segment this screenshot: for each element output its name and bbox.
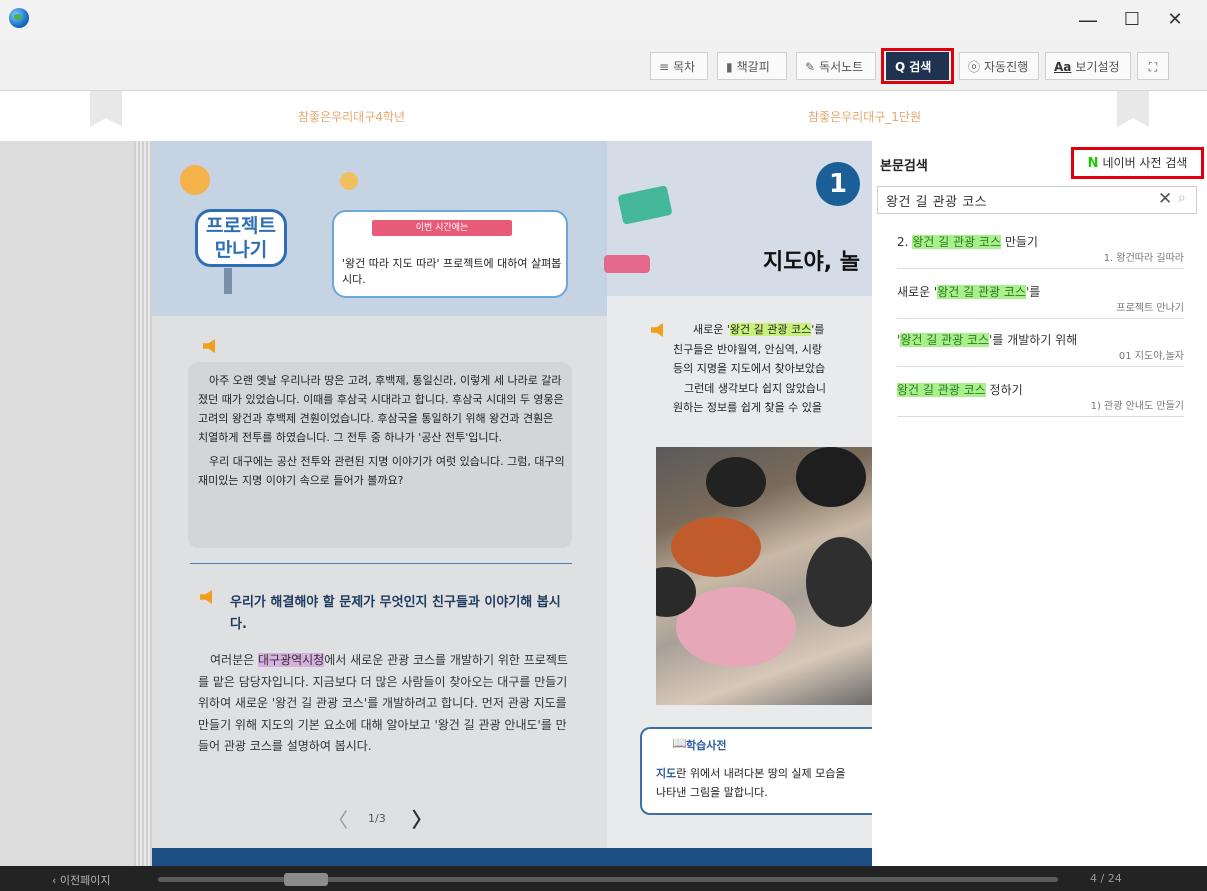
dictionary-icon: 📖 [672,736,687,750]
globe-app-icon [9,8,29,28]
line2: 친구들은 반야월역, 안심역, 시랑 [673,342,823,356]
maximize-button[interactable]: ☐ [1112,6,1152,34]
dictionary-word: 지도 [656,767,677,780]
page-footer-band [152,848,872,866]
result-highlight: 왕건 길 관광 코스 [912,235,1001,249]
search-panel-title: 본문검색 [880,159,928,174]
dictionary-line2: 나타낸 그림을 말합니다. [656,786,768,799]
search-result-item[interactable]: '왕건 길 관광 코스'를 개발하기 위해 01 지도야,놀자 [897,330,1184,367]
result-location: 1) 관광 안내도 만들기 [1090,401,1184,412]
search-button[interactable]: Q 검색 [886,52,949,80]
line1-highlight: 왕건 길 관광 코스 [729,323,812,336]
timer-icon: ⓞ [968,60,981,74]
dictionary-text: 지도란 위에서 내려다본 땅의 실제 모습을 나타낸 그림을 말합니다. [656,764,872,802]
text-size-icon: Aa [1054,60,1072,74]
result-post: '를 [1025,285,1041,299]
line4: 그런데 생각보다 쉽지 않았습니 [684,381,827,395]
line5: 원하는 정보를 쉽게 찾을 수 있을 [673,401,823,414]
result-location: 1. 왕건따라 길따라 [1103,253,1184,264]
left-page-title: 참좋은우리대구4학년 [298,110,405,124]
fullscreen-button[interactable]: ⛶ [1137,52,1169,80]
next-slide-arrow-icon[interactable]: 〉 [412,804,432,833]
project-title-line1: 프로젝트 [206,215,276,237]
project-title-line2: 만나기 [214,239,268,261]
body-highlight: 대구광역시청 [257,653,325,667]
story-paragraph-2: 우리 대구에는 공산 전투와 관련된 지명 이야기가 여럿 있습니다. 그럼, … [198,455,565,487]
previous-page-button[interactable]: ‹ 이전페이지 [52,872,111,888]
reading-note-button[interactable]: ✎ 독서노트 [796,52,876,80]
result-location: 01 지도야,놀자 [1118,351,1184,362]
result-highlight: 왕건 길 관광 코스 [937,285,1026,299]
toc-label: 목차 [673,60,696,74]
bookmark-icon: ▮ [726,60,733,74]
result-post: '를 개발하기 위해 [989,333,1078,347]
toc-button[interactable]: ≡ 목차 [650,52,708,80]
title-bar [0,0,1207,40]
page-header [0,91,1207,142]
body-pre: 여러분은 [210,653,258,667]
reading-note-label: 독서노트 [819,60,864,74]
line1-pre: 새로운 ' [693,323,730,336]
bookmark-button[interactable]: ▮ 책갈피 [717,52,787,80]
magnifier-handle [224,268,232,294]
result-pre: 2. [897,235,913,249]
left-margin [0,141,152,866]
pencil-icon: ✎ [805,60,816,74]
view-settings-button[interactable]: Aa 보기설정 [1045,52,1131,80]
chapter-title: 지도야, 놀 [763,250,860,275]
book-spine [134,141,152,866]
search-magnifier-icon[interactable]: ⌕ [1178,190,1186,206]
activity-heading: 우리가 해결해야 할 문제가 무엇인지 친구들과 이야기해 봅시다. [230,595,561,632]
divider [190,563,572,564]
result-post: 만들기 [1001,235,1038,249]
auto-play-label: 자동진행 [984,60,1029,74]
naver-logo-icon: N [1087,156,1099,171]
intro-text: '왕건 따라 지도 따라' 프로젝트에 대하여 살펴봅시다. [342,257,562,286]
line1-post: '를 [811,323,825,336]
story-text: 아주 오랜 옛날 우리나라 땅은 고려, 후백제, 통일신라, 이렇게 세 나라… [198,371,566,490]
dictionary-title: 학습사전 [686,739,727,752]
search-result-item[interactable]: 새로운 '왕건 길 관광 코스'를 프로젝트 만나기 [897,282,1184,319]
search-input[interactable]: 왕건 길 관광 코스 [886,191,987,210]
search-result-item[interactable]: 2. 왕건 길 관광 코스 만들기 1. 왕건따라 길따라 [897,232,1184,269]
project-title-badge: 프로젝트 만나기 [195,209,287,267]
kids-illustration [180,165,210,195]
bookmark-label: 책갈피 [736,60,770,74]
child-illustration [340,172,358,190]
result-highlight: 왕건 길 관광 코스 [897,383,986,397]
list-icon: ≡ [659,60,670,74]
pager-text: 1/3 [368,812,386,825]
activity-body: 여러분은 대구광역시청에서 새로운 관광 코스를 개발하기 위한 프로젝트를 맡… [198,650,568,758]
right-page-title: 참좋은우리대구_1단원 [808,110,921,124]
search-result-item[interactable]: 왕건 길 관광 코스 정하기 1) 관광 안내도 만들기 [897,380,1184,417]
result-highlight: 왕건 길 관광 코스 [900,333,990,347]
clear-search-icon[interactable]: ✕ [1158,189,1172,209]
search-icon: Q [895,60,906,74]
expand-icon: ⛶ [1148,60,1158,74]
result-post: 정하기 [985,383,1023,397]
prev-slide-arrow-icon[interactable]: 〈 [328,804,348,833]
search-label: 검색 [909,60,932,74]
page-count: 4 / 24 [1090,872,1122,885]
dictionary-line1: 란 위에서 내려다본 땅의 실제 모습을 [676,767,846,780]
view-settings-label: 보기설정 [1075,60,1120,74]
close-button[interactable]: ✕ [1155,6,1195,34]
intro-tag: 이번 시간에는 [372,220,512,236]
naver-dictionary-button[interactable]: N 네이버 사전 검색 [1071,147,1204,179]
right-page-text: 새로운 '왕건 길 관광 코스'를 친구들은 반야월역, 안심역, 시랑 등의 … [673,320,873,418]
chapter-number: 1 [816,162,860,206]
body-post: 에서 새로운 관광 코스를 개발하기 위한 프로젝트를 맡은 담당자입니다. 지… [198,653,568,753]
auto-play-button[interactable]: ⓞ 자동진행 [959,52,1039,80]
page-slider-thumb[interactable] [284,873,328,886]
book-illustration [604,255,650,273]
page-pager: 〈 1/3 〉 [328,808,438,832]
result-location: 프로젝트 만나기 [1116,303,1184,314]
naver-dictionary-label: 네이버 사전 검색 [1102,156,1188,170]
result-pre: 새로운 ' [897,285,938,299]
minimize-button[interactable]: — [1068,6,1108,34]
line3: 등의 지명을 지도에서 찾아보았습 [673,362,826,375]
story-paragraph-1: 아주 오랜 옛날 우리나라 땅은 고려, 후백제, 통일신라, 이렇게 세 나라… [198,374,564,444]
children-map-photo [656,447,872,705]
